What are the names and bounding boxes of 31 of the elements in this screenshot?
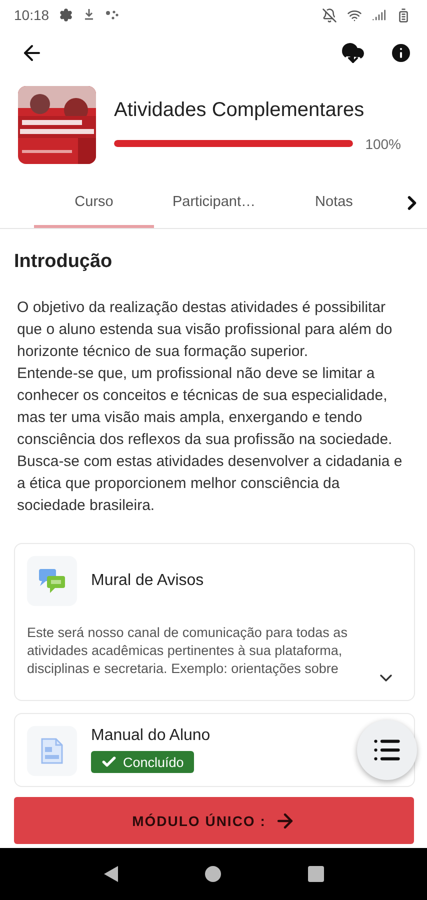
chat-bubbles-icon: [38, 568, 66, 594]
tab[interactable]: Curso: [34, 178, 154, 228]
info-icon: [389, 41, 413, 65]
back-nav-icon[interactable]: [102, 865, 119, 883]
status-time: 10:18: [14, 7, 50, 23]
course-title: Atividades Complementares: [114, 98, 366, 122]
battery-icon: [396, 8, 411, 22]
cloud-download-button[interactable]: [341, 41, 365, 65]
tab[interactable]: Participant…: [154, 178, 274, 228]
cloud-download-icon: [341, 41, 365, 65]
section-title: Introdução: [14, 251, 114, 273]
section-text: O objetivo da realização destas atividades é possibilitar que o aluno estenda sua visão profissional para além do horizonte técnico de sua formação superior. Entende-se que, um profissional não deve se limitar a conhecer os conceitos e técnicas de sua especialidade, mas ter uma visão mais ampla, enxergando e tendo consciência dos reflexos da sua profissão na sociedade. Busca-se com estas atividades desenvolver a cidadania e a ética que proporcionem melhor consciência da sociedade brasileira.: [17, 298, 404, 516]
tab[interactable]: Notas: [274, 178, 394, 228]
recents-nav-icon[interactable]: [308, 866, 324, 882]
document-icon: [41, 738, 63, 764]
module-title: Mural de Avisos: [91, 572, 204, 590]
progress-percent: 100%: [365, 136, 401, 152]
badge-label: Concluído: [123, 754, 184, 770]
module-description: Este será nosso canal de comunicação para todas as atividades acadêmicas pertinentes à sua plataforma, disciplinas e secretaria. Exemplo: orientações sobre: [27, 624, 348, 678]
module-title: Manual do Aluno: [91, 727, 210, 745]
wifi-icon: [347, 8, 362, 22]
bell-off-icon: [322, 8, 337, 22]
info-button[interactable]: [389, 41, 413, 65]
home-nav-icon[interactable]: [204, 865, 222, 883]
module-button[interactable]: MÓDULO ÚNICO :: [14, 797, 414, 844]
menu-fab[interactable]: [357, 720, 417, 780]
module-card[interactable]: Mural de Avisos Este será nosso canal de comunicação para todas as atividades acadêmicas pertinentes à sua plataforma, disciplinas e secretaria. Exemplo: orientações sobre: [14, 543, 415, 701]
download-icon: [83, 8, 96, 22]
dots-icon: [105, 9, 120, 21]
settings-icon: [59, 8, 74, 22]
signal-icon: [372, 8, 386, 22]
